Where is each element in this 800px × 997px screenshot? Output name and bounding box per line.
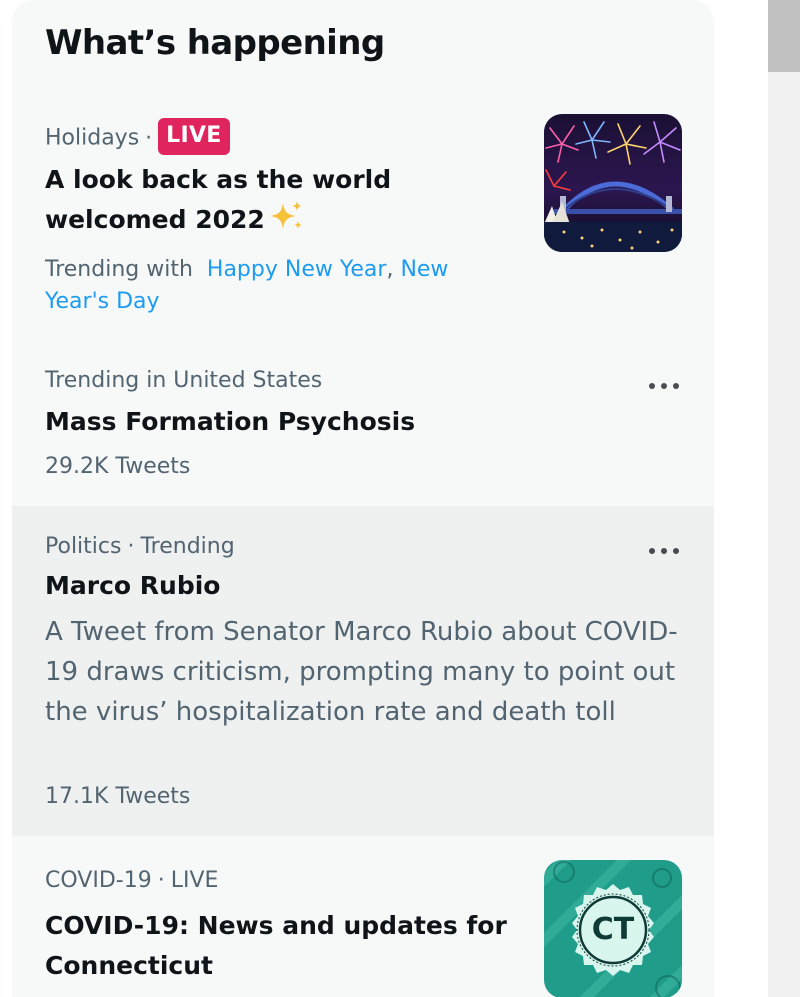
ct-seal-image: CT: [544, 860, 682, 997]
trend-status: Trending: [140, 534, 235, 559]
page: What’s happening Holidays · LIVE A look ba…: [0, 0, 800, 997]
meta-separator: ·: [145, 125, 153, 151]
fireworks-harbour-bridge-image: [544, 114, 682, 252]
trend-item-marco-rubio[interactable]: Politics · Trending Marco Rubio A Tweet fr…: [12, 506, 714, 836]
trend-status: LIVE: [170, 868, 219, 893]
meta-separator: ·: [127, 534, 135, 559]
trend-category: Trending in United States: [45, 368, 323, 393]
trend-item-mass-formation-psychosis[interactable]: Trending in United States Mass Formation…: [12, 346, 714, 506]
page-scrollbar[interactable]: [768, 0, 800, 997]
headline-line: A look back as the world: [45, 165, 392, 194]
tweet-count: 17.1K Tweets: [45, 784, 191, 809]
trend-headline: A look back as the world welcomed 2022: [45, 160, 391, 240]
trend-description: A Tweet from Senator Marco Rubio about C…: [45, 617, 678, 727]
panel-title: What’s happening: [45, 23, 385, 63]
trend-category: Holidays: [45, 125, 140, 151]
ct-seal-label: CT: [591, 911, 635, 947]
whats-happening-panel: What’s happening Holidays · LIVE A look ba…: [12, 0, 714, 997]
trending-with-label: Trending with: [45, 257, 193, 282]
trend-category: Politics: [45, 534, 122, 559]
live-badge: LIVE: [158, 118, 230, 155]
trend-meta: Holidays · LIVE: [45, 118, 230, 157]
more-options-button[interactable]: [644, 539, 684, 563]
more-horizontal-icon: [649, 548, 679, 554]
trend-item-covid-connecticut[interactable]: COVID-19 · LIVE COVID-19: News and updates…: [12, 836, 714, 997]
sparkles-icon: [269, 201, 305, 233]
tweet-count: 29.2K Tweets: [45, 454, 191, 479]
headline-line: COVID-19: News and updates for: [45, 911, 507, 940]
trend-headline: COVID-19: News and updates for Connectic…: [45, 906, 507, 986]
headline-line: Connecticut: [45, 951, 213, 980]
link-separator: ,: [386, 257, 394, 282]
link-happy-new-year[interactable]: Happy New Year: [207, 257, 387, 282]
trend-meta: COVID-19 · LIVE: [45, 866, 218, 896]
trend-category: COVID-19: [45, 868, 152, 893]
more-options-button[interactable]: [644, 374, 684, 398]
scrollbar-thumb[interactable]: [768, 0, 800, 72]
headline-line: welcomed 2022: [45, 205, 265, 234]
trend-item-holidays[interactable]: Holidays · LIVE A look back as the world w…: [12, 98, 714, 344]
trend-headline: Mass Formation Psychosis: [45, 407, 416, 436]
headline-line-with-emoji: welcomed 2022: [45, 200, 391, 240]
trending-with: Trending with Happy New Year, New Year's…: [45, 254, 505, 318]
trend-meta: Politics · Trending: [45, 532, 235, 562]
trend-headline: Marco Rubio: [45, 571, 221, 600]
more-horizontal-icon: [649, 383, 679, 389]
meta-separator: ·: [157, 868, 165, 893]
